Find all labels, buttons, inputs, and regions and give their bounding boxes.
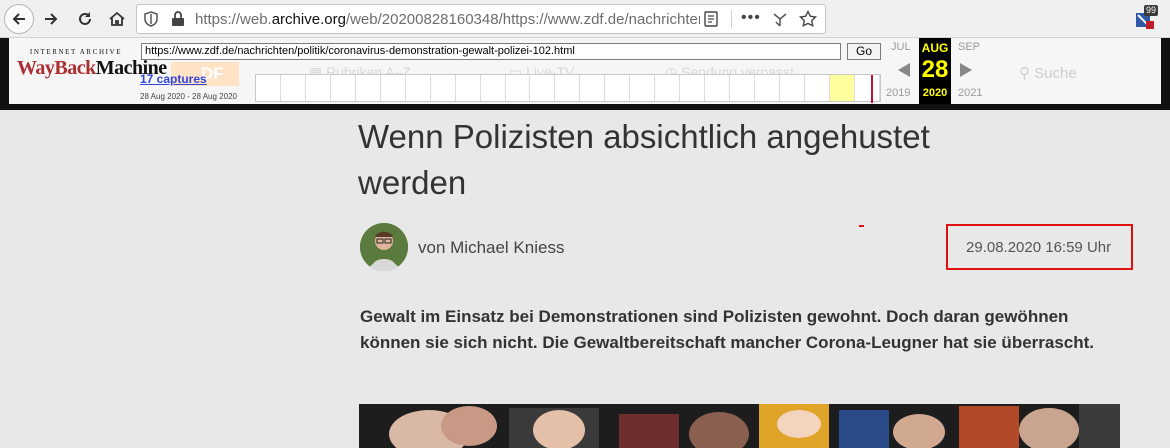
- search-icon: ⚲: [1019, 65, 1030, 82]
- spark-cell: [555, 75, 581, 101]
- capture-marker: [871, 75, 873, 103]
- wayback-logo-top: INTERNET ARCHIVE: [29, 48, 123, 56]
- article-lead: Gewalt im Einsatz bei Demonstrationen si…: [360, 307, 1095, 352]
- spark-cell: [630, 75, 656, 101]
- extension-badge: 99: [1144, 5, 1159, 16]
- url-bar-separator: [731, 10, 732, 28]
- spark-cell: [605, 75, 631, 101]
- spark-cell: [655, 75, 681, 101]
- home-icon: [109, 11, 125, 26]
- current-day-label: 28: [921, 56, 949, 83]
- spark-cell: [755, 75, 781, 101]
- spark-cell: [281, 75, 306, 101]
- capture-sparkline[interactable]: [255, 74, 881, 103]
- arrow-left-icon: [12, 13, 25, 25]
- next-month-label[interactable]: SEP: [958, 41, 980, 53]
- prev-year-label[interactable]: 2019: [886, 87, 910, 99]
- reload-button[interactable]: [70, 4, 100, 34]
- spark-cell: [530, 75, 556, 101]
- spark-cell-current-month: [829, 75, 855, 101]
- home-button[interactable]: [102, 4, 132, 34]
- shield-icon[interactable]: [143, 11, 159, 27]
- spark-cell: [381, 75, 406, 101]
- spark-cell: [456, 75, 481, 101]
- author-avatar: [360, 223, 408, 271]
- article-hero-image: [359, 404, 1120, 448]
- bookmark-star-icon[interactable]: [799, 10, 817, 28]
- forward-button[interactable]: [36, 4, 66, 34]
- arrow-right-icon: [45, 13, 58, 25]
- spark-cell: [256, 75, 281, 101]
- article-headline: Wenn Polizisten absichtlich angehustet w…: [358, 118, 930, 201]
- spark-cell: [855, 75, 880, 101]
- next-year-label[interactable]: 2021: [958, 87, 982, 99]
- spark-cell: [481, 75, 506, 101]
- spark-cell: [506, 75, 531, 101]
- reader-view-icon[interactable]: [703, 11, 719, 27]
- spark-cell: [306, 75, 331, 101]
- wayback-logo[interactable]: INTERNET ARCHIVE WayBackMachine: [17, 48, 167, 80]
- current-year-label: 2020: [922, 87, 948, 99]
- capture-date-range: 28 Aug 2020 - 28 Aug 2020: [140, 92, 237, 101]
- annotation-mark: [859, 225, 864, 227]
- reload-icon: [79, 12, 91, 25]
- prev-month-label[interactable]: JUL: [891, 41, 911, 53]
- spark-cell: [356, 75, 381, 101]
- extension-button[interactable]: 99: [1132, 5, 1162, 33]
- spark-cell: [680, 75, 706, 101]
- spark-cell: [805, 75, 830, 101]
- spark-cell: [580, 75, 606, 101]
- article-date: 29.08.2020 16:59 Uhr: [966, 239, 1112, 256]
- lock-icon[interactable]: [171, 11, 185, 27]
- wayback-url-input[interactable]: https://www.zdf.de/nachrichten/politik/c…: [141, 43, 841, 60]
- spark-cell: [705, 75, 731, 101]
- browser-nav-bar: https://web.archive.org/web/202008281603…: [0, 0, 1170, 38]
- next-capture-arrow-icon[interactable]: [959, 62, 973, 78]
- spark-cell: [406, 75, 431, 101]
- wayback-toolbar: DF ▦ Rubriken A–Z ▭ Live-TV ◷ Sendung ve…: [8, 38, 1162, 104]
- page-actions-icon[interactable]: •••: [741, 9, 761, 27]
- wayback-logo-main: WayBackMachine: [17, 57, 167, 79]
- back-button[interactable]: [4, 4, 34, 34]
- ghost-search: ⚲ Suche: [1019, 65, 1077, 82]
- pocket-icon[interactable]: [771, 11, 789, 27]
- spark-cell: [730, 75, 756, 101]
- prev-capture-arrow-icon[interactable]: [897, 62, 911, 78]
- current-month-label: AUG: [921, 41, 949, 55]
- spark-cell: [431, 75, 456, 101]
- spark-cell: [780, 75, 805, 101]
- address-bar[interactable]: https://web.archive.org/web/202008281603…: [136, 4, 826, 34]
- article-author: von Michael Kniess: [418, 238, 565, 257]
- url-text[interactable]: https://web.archive.org/web/202008281603…: [195, 11, 700, 28]
- spark-cell: [331, 75, 356, 101]
- wayback-go-button[interactable]: Go: [847, 43, 881, 60]
- captures-link[interactable]: 17 captures: [140, 72, 207, 86]
